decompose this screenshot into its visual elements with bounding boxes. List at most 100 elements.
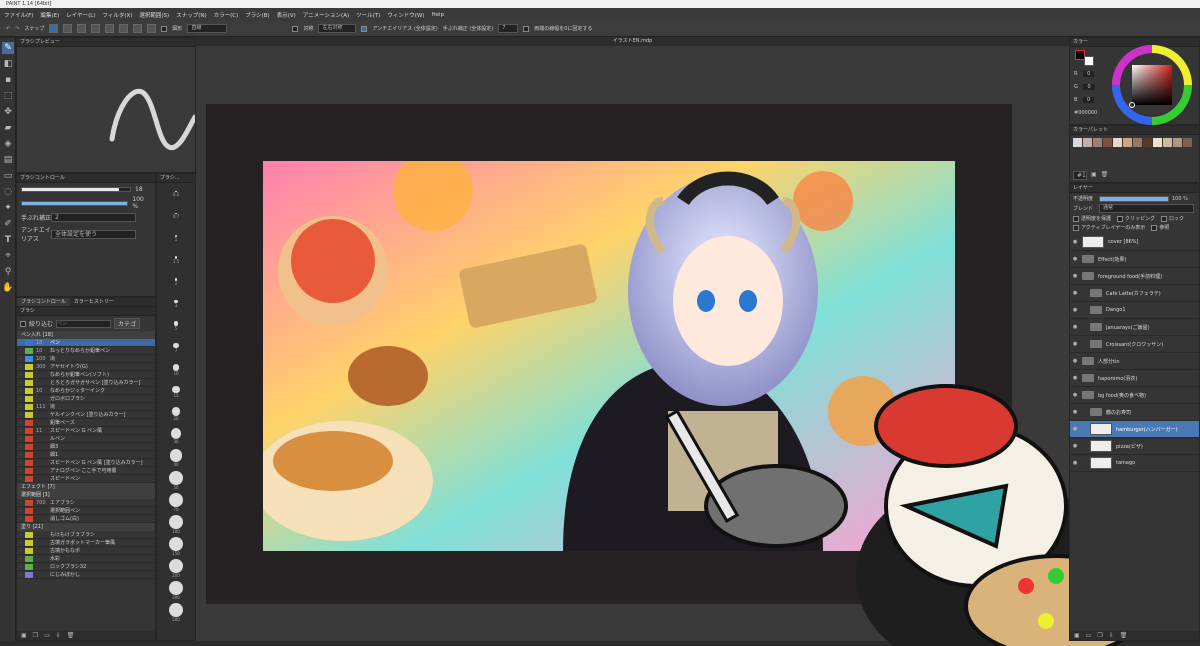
eye-icon[interactable]: · [17, 475, 25, 483]
delete-layer-icon[interactable]: 🗑 [1120, 632, 1128, 639]
brush-item[interactable]: · 700 エアブラシ [17, 499, 155, 507]
eye-icon[interactable]: ● [1070, 358, 1080, 364]
eye-icon[interactable]: · [17, 427, 25, 435]
layer-option[interactable]: アクティブレイヤーのみ表示 [1073, 224, 1145, 231]
eye-icon[interactable]: · [17, 443, 25, 451]
brush-size-option[interactable]: 7 [157, 337, 195, 359]
snap-off-button[interactable] [49, 24, 59, 33]
snap-radial-button[interactable] [105, 24, 115, 33]
brush-item[interactable]: · ゲルインクペン [塗り込みカラー] [17, 411, 155, 419]
snap-parallel-button[interactable] [63, 24, 73, 33]
brush-item[interactable]: · 選択範囲ペン [17, 507, 155, 515]
rect-select-icon[interactable]: ▭ [2, 170, 14, 182]
antialias-brush-select[interactable]: 全体設定を使う [51, 229, 136, 239]
eye-icon[interactable]: ● [1070, 290, 1080, 296]
text-tool-icon[interactable]: T [2, 234, 14, 246]
menu-item-2[interactable]: レイヤー(L) [66, 11, 95, 19]
eye-icon[interactable]: · [17, 515, 25, 523]
brush-size-option[interactable]: 0.7 [157, 205, 195, 227]
divide-tool-icon[interactable]: ⌖ [2, 250, 14, 262]
correction-select[interactable]: 7 [498, 24, 519, 33]
palette-swatch[interactable] [1163, 138, 1172, 147]
new-layer-icon[interactable]: ▣ [1074, 632, 1080, 639]
menu-item-4[interactable]: 選択範囲(S) [139, 11, 169, 19]
brush-size-option[interactable]: 40 [157, 447, 195, 469]
brush-size-slider[interactable] [21, 187, 131, 192]
brush-group-header[interactable]: エフェクト [7] [17, 483, 155, 491]
new-brush-icon[interactable]: ▣ [21, 632, 27, 639]
magic-wand-icon[interactable]: ✦ [2, 202, 14, 214]
antialias-checkbox[interactable] [361, 25, 368, 32]
eye-icon[interactable]: · [17, 499, 25, 507]
brush-size-option[interactable]: 15 [157, 381, 195, 403]
layer-row[interactable]: ● bg food(奥の食べ物) [1070, 387, 1199, 404]
menu-item-8[interactable]: 表示(V) [277, 11, 296, 19]
eyedropper-icon[interactable]: ⚲ [2, 266, 14, 278]
layer-option-checkbox[interactable] [1073, 224, 1079, 231]
gradient-tool-icon[interactable]: ▤ [2, 154, 14, 166]
snap-cross-button[interactable] [77, 24, 87, 33]
palette-swatch[interactable] [1073, 138, 1082, 147]
menu-item-1[interactable]: 編集(E) [40, 11, 59, 19]
eraser-tool-icon[interactable]: ◧ [2, 58, 14, 70]
layer-row[interactable]: ● Dango1 [1070, 302, 1199, 319]
snap-3d-button[interactable] [147, 24, 157, 33]
brush-size-option[interactable]: 50 [157, 469, 195, 491]
brush-item[interactable]: · 10 なめらかジッターインク [17, 387, 155, 395]
layer-row[interactable]: ● foreground food(手前料理) [1070, 268, 1199, 285]
menu-item-6[interactable]: カラー(C) [214, 11, 239, 19]
hand-tool-icon[interactable]: ✋ [2, 282, 14, 294]
eye-icon[interactable]: · [17, 539, 25, 547]
snap-vanish-button[interactable] [91, 24, 101, 33]
palette-swatch[interactable] [1083, 138, 1092, 147]
layer-row[interactable]: ● Januarays(ご飯屋) [1070, 319, 1199, 336]
g-value[interactable]: 0 [1083, 84, 1095, 90]
brush-item[interactable]: · にじみぼかし [17, 571, 155, 579]
eye-icon[interactable]: · [17, 387, 25, 395]
eye-icon[interactable]: · [17, 507, 25, 515]
layer-row[interactable]: ● pizza(ピザ) [1070, 438, 1199, 455]
brush-item[interactable]: · 古墳ガラポットマーカー筆風 [17, 539, 155, 547]
move-tool-icon[interactable]: ✥ [2, 106, 14, 118]
brush-size-option[interactable]: 30 [157, 425, 195, 447]
new-folder-icon[interactable]: ▭ [1086, 632, 1092, 639]
palette-swatch[interactable] [1113, 138, 1122, 147]
eye-icon[interactable]: · [17, 451, 25, 459]
eye-icon[interactable]: ● [1070, 409, 1080, 415]
menu-item-10[interactable]: ツール(T) [356, 11, 380, 19]
eye-icon[interactable]: · [17, 555, 25, 563]
stabilizer-select[interactable]: 2 [51, 213, 136, 222]
snap-curve-button[interactable] [133, 24, 143, 33]
palette-swatch[interactable] [1173, 138, 1182, 147]
eye-icon[interactable]: ● [1070, 239, 1080, 245]
folder-brush-icon[interactable]: ▭ [44, 632, 50, 639]
eye-icon[interactable]: · [17, 339, 25, 347]
layer-row[interactable]: ● Croissant(クロワッサン) [1070, 336, 1199, 353]
brush-item[interactable]: · 細3 [17, 443, 155, 451]
eye-icon[interactable]: · [17, 467, 25, 475]
select-pen-icon[interactable]: ✐ [2, 218, 14, 230]
eye-icon[interactable]: · [17, 403, 25, 411]
tab-brush-control[interactable]: ブラシコントロール [17, 298, 70, 306]
brush-size-option[interactable]: 100 [157, 513, 195, 535]
blend-select[interactable]: 通常 [1099, 204, 1194, 213]
layer-row[interactable]: ● 人部分tin [1070, 353, 1199, 370]
brush-item[interactable]: · アナログペン ここ手で可用書 [17, 467, 155, 475]
merge-layer-icon[interactable]: ⇩ [1109, 632, 1114, 639]
shape-select[interactable]: 直線 [187, 24, 228, 33]
brush-size-option[interactable]: 200 [157, 557, 195, 579]
palette-select[interactable]: #1 [1073, 171, 1087, 180]
hex-value[interactable]: #000000 [1074, 107, 1097, 120]
brush-size-option[interactable]: 5 [157, 315, 195, 337]
delete-brush-icon[interactable]: 🗑 [67, 632, 75, 639]
layer-option-checkbox[interactable] [1161, 215, 1168, 222]
color-wheel[interactable] [1112, 45, 1192, 125]
brush-size-option[interactable]: 0.5 [157, 183, 195, 205]
brush-size-option[interactable]: 2 [157, 271, 195, 293]
layer-option-checkbox[interactable] [1117, 215, 1124, 222]
layer-opacity-slider[interactable] [1099, 195, 1169, 202]
eye-icon[interactable]: ● [1070, 426, 1080, 432]
eye-icon[interactable]: · [17, 363, 25, 371]
eye-icon[interactable]: ● [1070, 307, 1080, 313]
menu-item-5[interactable]: スナップ(N) [176, 11, 206, 19]
